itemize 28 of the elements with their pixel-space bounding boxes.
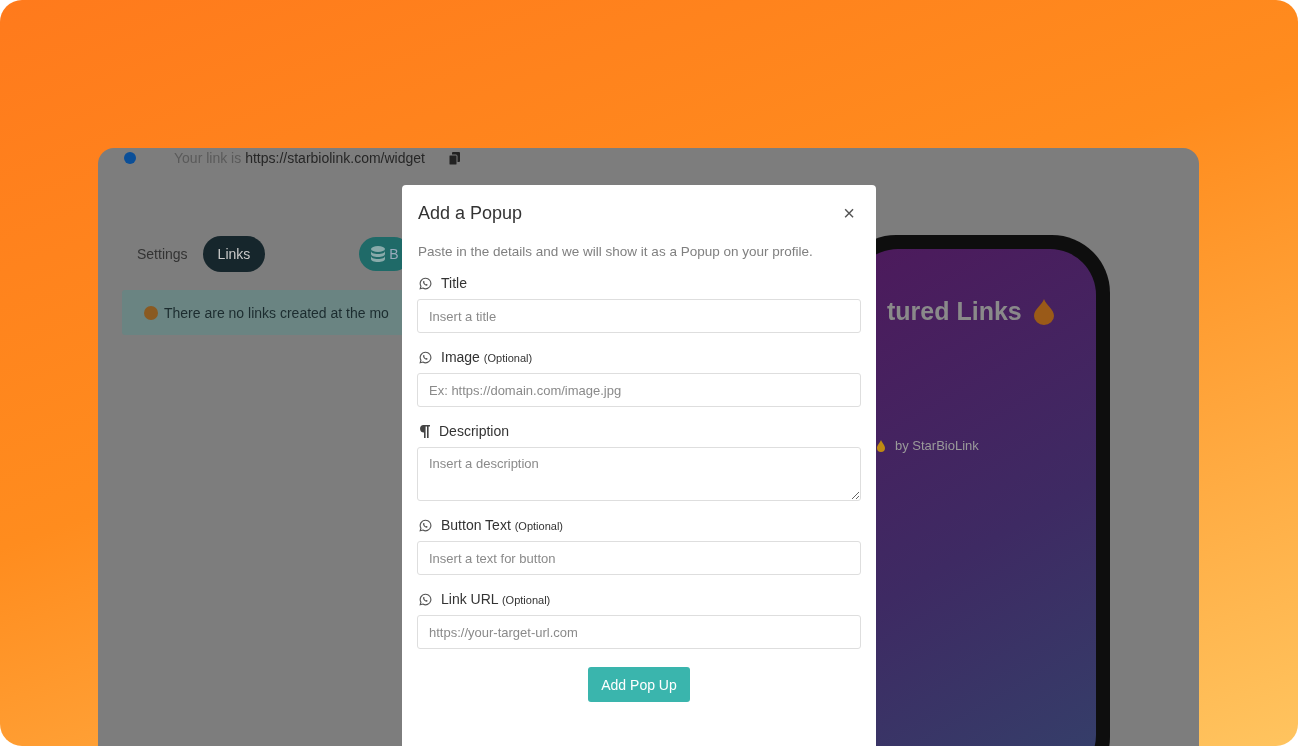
dialog-title: Add a Popup — [418, 203, 523, 224]
input-field[interactable]: Ex: https://domain.com/image.jpg — [417, 373, 861, 407]
description-field[interactable]: Insert a description — [417, 447, 861, 501]
input-field[interactable]: Insert a title — [417, 299, 861, 333]
preview-credit: by StarBioLink — [895, 438, 979, 453]
field-label: Button Text (Optional) — [441, 517, 563, 533]
field-label: Title — [441, 275, 467, 291]
alert-text: There are no links created at the mo — [164, 304, 389, 321]
profile-link[interactable]: https://starbiolink.com/widget — [245, 150, 425, 166]
input-field[interactable]: https://your-target-url.com — [417, 615, 861, 649]
field-label: Description — [439, 423, 510, 439]
tab[interactable]: Settings — [122, 236, 203, 272]
status-dot — [124, 152, 136, 164]
preview-heading: tured Links — [887, 297, 1022, 326]
paragraph-icon — [419, 424, 430, 438]
chat-icon — [419, 350, 432, 364]
chat-icon — [419, 592, 432, 606]
chat-icon — [419, 518, 432, 532]
copy-icon[interactable] — [448, 151, 460, 165]
tab[interactable]: Links — [202, 236, 266, 272]
submit-button[interactable]: Add Pop Up — [588, 667, 690, 702]
chat-icon — [419, 276, 432, 290]
input-field[interactable]: Insert a text for button — [417, 541, 861, 575]
field-label: Image (Optional) — [441, 349, 533, 365]
dialog-description: Paste in the details and we will show it as a Popup on your profile. — [418, 244, 814, 259]
field-label: Link URL (Optional) — [441, 591, 551, 607]
close-button[interactable]: × — [837, 202, 861, 223]
database-icon — [371, 246, 386, 262]
